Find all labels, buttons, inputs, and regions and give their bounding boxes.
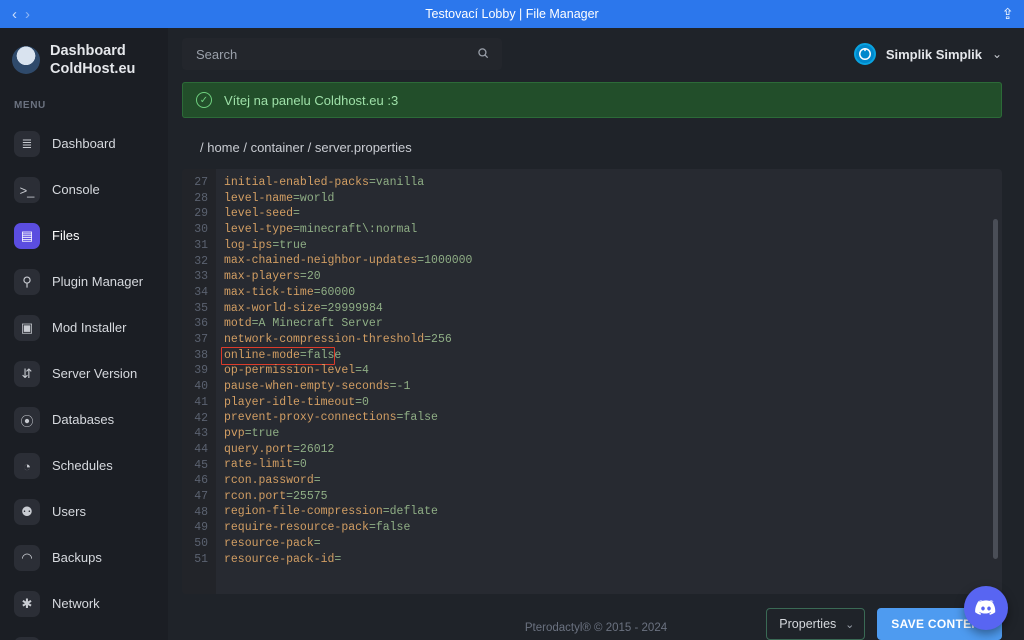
code-line[interactable]: rcon.port=25575 <box>224 489 1002 505</box>
code-line[interactable]: region-file-compression=deflate <box>224 504 1002 520</box>
sidebar-item-label: Console <box>52 182 100 198</box>
chevron-down-icon: ⌄ <box>992 47 1002 61</box>
footer-copyright: Pterodactyl® © 2015 - 2024 <box>168 622 1024 634</box>
window-titlebar: ‹ › Testovací Lobby | File Manager ⇪ <box>0 0 1024 28</box>
sidebar-item-startup[interactable]: ☰Startup <box>0 627 168 640</box>
share-icon[interactable]: ⇪ <box>1001 5 1014 23</box>
brand-logo-icon <box>12 46 40 74</box>
window-title: Testovací Lobby | File Manager <box>0 7 1024 21</box>
sidebar-item-label: Backups <box>52 550 102 566</box>
code-line[interactable]: player-idle-timeout=0 <box>224 395 1002 411</box>
layers-icon: ≣ <box>14 131 40 157</box>
sidebar-item-users[interactable]: ⚉ Users <box>0 489 168 535</box>
code-line[interactable]: motd=A Minecraft Server <box>224 316 1002 332</box>
search-box[interactable] <box>182 38 502 70</box>
code-line[interactable]: pause-when-empty-seconds=-1 <box>224 379 1002 395</box>
code-line[interactable]: require-resource-pack=false <box>224 520 1002 536</box>
sidebar-nav: ≣ Dashboard >_ Console ▤ Files ⚲ Plugin Manager… <box>0 121 168 640</box>
sidebar-item-label: Users <box>52 504 86 520</box>
sidebar-item-label: Databases <box>52 412 114 428</box>
user-name: Simplik Simplik <box>886 47 982 62</box>
sidebar-item-server-version[interactable]: ⇵ Server Version <box>0 351 168 397</box>
sidebar-item-files[interactable]: ▤ Files <box>0 213 168 259</box>
sidebar-item-dashboard[interactable]: ≣ Dashboard <box>0 121 168 167</box>
code-line[interactable]: network-compression-threshold=256 <box>224 332 1002 348</box>
code-line[interactable]: log-ips=true <box>224 238 1002 254</box>
sidebar-item-backups[interactable]: ◠ Backups <box>0 535 168 581</box>
code-line[interactable]: query.port=26012 <box>224 442 1002 458</box>
scrollbar-thumb[interactable] <box>993 219 998 559</box>
sidebar-item-network[interactable]: ✱ Network <box>0 581 168 627</box>
code-line[interactable]: pvp=true <box>224 426 1002 442</box>
sidebar-item-label: Network <box>52 596 100 612</box>
search-icon[interactable] <box>476 46 490 63</box>
check-circle-icon: ✓ <box>196 92 212 108</box>
sidebar-item-label: Files <box>52 228 79 244</box>
sidebar: Dashboard ColdHost.eu MENU ≣ Dashboard >_ C… <box>0 28 168 640</box>
sidebar-item-mod-installer[interactable]: ▣ Mod Installer <box>0 305 168 351</box>
discord-icon <box>974 596 998 620</box>
nav-back-icon[interactable]: ‹ <box>12 6 17 23</box>
sidebar-item-label: Dashboard <box>52 136 116 152</box>
code-line[interactable]: max-world-size=29999984 <box>224 301 1002 317</box>
package-icon: ▣ <box>14 315 40 341</box>
search-input[interactable] <box>194 46 490 63</box>
brand-line2: ColdHost.eu <box>50 60 135 78</box>
discord-fab[interactable] <box>964 586 1008 630</box>
code-line[interactable]: level-name=world <box>224 191 1002 207</box>
code-line[interactable]: level-seed= <box>224 206 1002 222</box>
sidebar-item-label: Plugin Manager <box>52 274 143 290</box>
code-line[interactable]: resource-pack-id= <box>224 552 1002 568</box>
terminal-icon: >_ <box>14 177 40 203</box>
breadcrumb[interactable]: / home / container / server.properties <box>182 132 1002 155</box>
code-line[interactable]: max-players=20 <box>224 269 1002 285</box>
sidebar-item-databases[interactable]: ⦿ Databases <box>0 397 168 443</box>
code-line[interactable]: max-tick-time=60000 <box>224 285 1002 301</box>
nav-forward-icon[interactable]: › <box>25 6 30 23</box>
code-line[interactable]: online-mode=false <box>224 348 1002 364</box>
code-line[interactable]: initial-enabled-packs=vanilla <box>224 175 1002 191</box>
code-line[interactable]: prevent-proxy-connections=false <box>224 410 1002 426</box>
welcome-text: Vítej na panelu Coldhost.eu :3 <box>224 93 398 108</box>
avatar <box>854 43 876 65</box>
code-line[interactable]: rcon.password= <box>224 473 1002 489</box>
sidebar-item-label: Mod Installer <box>52 320 126 336</box>
plug-icon: ⚲ <box>14 269 40 295</box>
code-editor[interactable]: 2728293031323334353637383940414243444546… <box>182 169 1002 594</box>
sidebar-item-label: Schedules <box>52 458 113 474</box>
brand-line1: Dashboard <box>50 42 135 60</box>
code-body[interactable]: initial-enabled-packs=vanillalevel-name=… <box>216 169 1002 594</box>
code-line[interactable]: level-type=minecraft\:normal <box>224 222 1002 238</box>
sidebar-item-console[interactable]: >_ Console <box>0 167 168 213</box>
file-icon: ▤ <box>14 223 40 249</box>
menu-section-label: MENU <box>0 92 168 121</box>
line-gutter: 2728293031323334353637383940414243444546… <box>182 169 216 594</box>
code-line[interactable]: max-chained-neighbor-updates=1000000 <box>224 253 1002 269</box>
code-line[interactable]: rate-limit=0 <box>224 457 1002 473</box>
users-icon: ⚉ <box>14 499 40 525</box>
main: Simplik Simplik ⌄ ✓ Vítej na panelu Cold… <box>168 28 1024 640</box>
sidebar-item-schedules[interactable]: ◔ Schedules <box>0 443 168 489</box>
code-line[interactable]: resource-pack= <box>224 536 1002 552</box>
cloud-icon: ◠ <box>14 545 40 571</box>
clock-icon: ◔ <box>14 453 40 479</box>
sidebar-item-label: Server Version <box>52 366 137 382</box>
welcome-banner: ✓ Vítej na panelu Coldhost.eu :3 <box>182 82 1002 118</box>
user-menu[interactable]: Simplik Simplik ⌄ <box>854 43 1002 65</box>
brand[interactable]: Dashboard ColdHost.eu <box>0 38 168 92</box>
code-line[interactable]: op-permission-level=4 <box>224 363 1002 379</box>
network-icon: ✱ <box>14 591 40 617</box>
sidebar-item-plugin-manager[interactable]: ⚲ Plugin Manager <box>0 259 168 305</box>
database-icon: ⦿ <box>14 407 40 433</box>
sliders-icon: ⇵ <box>14 361 40 387</box>
